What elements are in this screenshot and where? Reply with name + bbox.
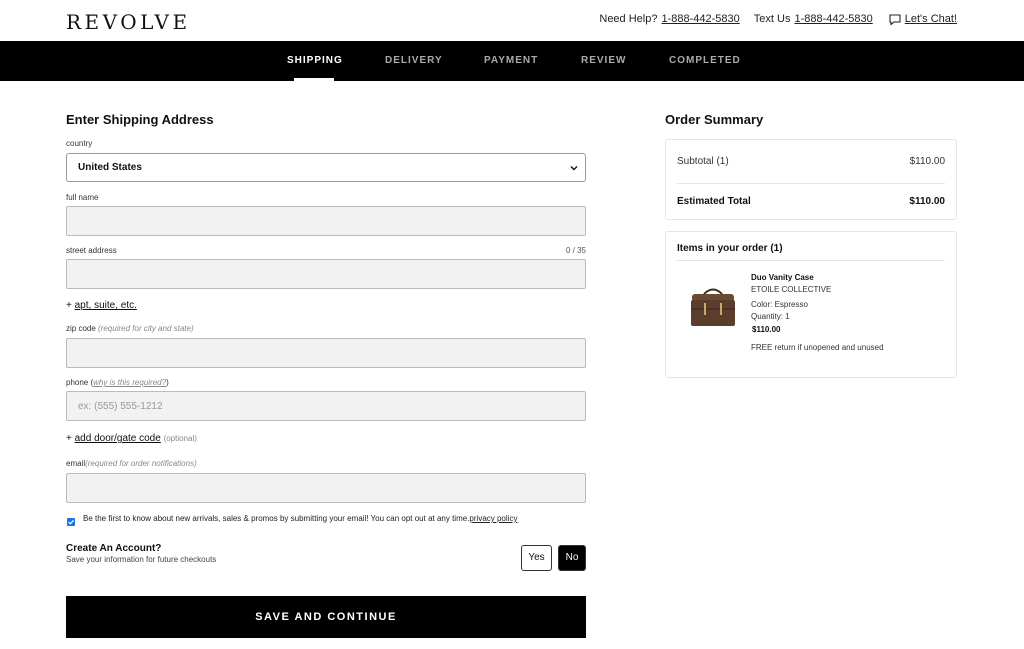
checkout-steps: SHIPPING DELIVERY PAYMENT REVIEW COMPLET… (0, 41, 1024, 81)
door-optional-note: (optional) (163, 434, 197, 443)
create-account-no-button[interactable]: No (558, 545, 586, 571)
lets-chat-link[interactable]: Let's Chat! (905, 13, 957, 25)
phone-placeholder: ex: (555) 555-1212 (78, 401, 163, 412)
promo-checkbox[interactable] (67, 518, 75, 526)
product-name[interactable]: Duo Vanity Case (751, 273, 814, 282)
email-input[interactable] (66, 473, 586, 503)
items-in-order-title: Items in your order (1) (677, 243, 783, 254)
order-summary-title: Order Summary (665, 112, 764, 127)
zip-hint: (required for city and state) (98, 324, 194, 333)
revolve-logo[interactable]: REVOLVE (66, 10, 191, 34)
full-name-label: full name (66, 193, 99, 202)
product-color: Color: Espresso (751, 300, 808, 309)
shipping-form-title: Enter Shipping Address (66, 112, 214, 127)
product-quantity: Quantity: 1 (751, 312, 790, 321)
country-label: country (66, 139, 93, 148)
totals-card: Subtotal (1) $110.00 Estimated Total $11… (665, 139, 957, 220)
email-label: email(required for order notifications) (66, 459, 197, 468)
subtotal-label: Subtotal (1) (677, 156, 729, 167)
privacy-policy-link[interactable]: privacy policy (469, 514, 517, 523)
help-phone-link[interactable]: 1-888-442-5830 (661, 13, 739, 25)
active-step-indicator (294, 78, 334, 81)
estimated-total-label: Estimated Total (677, 196, 751, 207)
chat-icon[interactable] (889, 13, 901, 25)
street-char-counter: 0 / 35 (565, 246, 586, 255)
zip-code-label: zip code (required for city and state) (66, 324, 194, 333)
create-account-title: Create An Account? (66, 543, 162, 554)
totals-divider (677, 183, 945, 184)
door-gate-code-link[interactable]: add door/gate code (75, 433, 161, 444)
help-links: Need Help? 1-888-442-5830 Text Us 1-888-… (599, 13, 957, 25)
plus-sign: + (66, 300, 72, 311)
items-card: Items in your order (1) Duo Vanity Case … (665, 231, 957, 378)
subtotal-row: Subtotal (1) $110.00 (677, 156, 945, 167)
create-account-subtitle: Save your information for future checkou… (66, 555, 217, 564)
why-required-link[interactable]: why is this required? (93, 378, 166, 387)
chevron-down-icon (570, 166, 578, 171)
product-brand: ETOILE COLLECTIVE (751, 285, 832, 294)
step-completed: COMPLETED (669, 55, 741, 66)
phone-input[interactable]: ex: (555) 555-1212 (66, 391, 586, 421)
phone-label: phone (why is this required?) (66, 378, 169, 387)
street-address-input[interactable] (66, 259, 586, 289)
return-note: FREE return if unopened and unused (751, 343, 884, 352)
zip-code-input[interactable] (66, 338, 586, 368)
vanity-case-image[interactable] (688, 282, 738, 332)
need-help-label: Need Help? (599, 13, 658, 25)
step-shipping[interactable]: SHIPPING (287, 55, 343, 66)
promo-consent-text: Be the first to know about new arrivals,… (83, 514, 518, 523)
top-bar: REVOLVE Need Help? 1-888-442-5830 Text U… (0, 0, 1024, 41)
estimated-total-value: $110.00 (909, 196, 945, 207)
full-name-input[interactable] (66, 206, 586, 236)
checkmark-icon (68, 519, 75, 525)
step-payment: PAYMENT (484, 55, 539, 66)
text-us-label: Text Us (753, 13, 791, 25)
create-account-yes-button[interactable]: Yes (521, 545, 552, 571)
apt-suite-toggle[interactable]: + apt, suite, etc. (66, 300, 137, 311)
estimated-total-row: Estimated Total $110.00 (677, 196, 945, 207)
text-phone-link[interactable]: 1-888-442-5830 (794, 13, 872, 25)
items-divider (677, 260, 945, 261)
subtotal-value: $110.00 (909, 156, 945, 167)
country-value: United States (78, 162, 142, 173)
door-code-toggle[interactable]: + add door/gate code (optional) (66, 433, 197, 444)
save-and-continue-button[interactable]: SAVE AND CONTINUE (66, 596, 586, 638)
country-select[interactable]: United States (66, 153, 586, 182)
product-price: $110.00 (752, 325, 781, 334)
email-hint: (required for order notifications) (85, 459, 197, 468)
plus-sign: + (66, 433, 72, 444)
street-address-label: street address (66, 246, 117, 255)
step-review: REVIEW (581, 55, 627, 66)
apt-suite-link[interactable]: apt, suite, etc. (75, 300, 137, 311)
step-delivery: DELIVERY (385, 55, 443, 66)
